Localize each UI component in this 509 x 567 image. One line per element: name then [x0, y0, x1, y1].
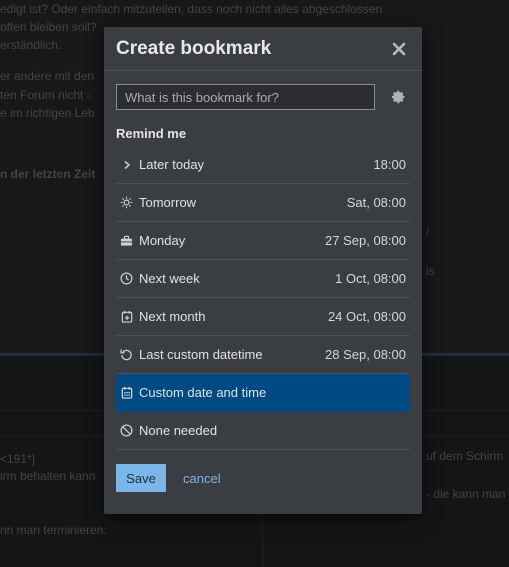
option-later-today[interactable]: Later today 18:00	[116, 146, 410, 184]
option-last-custom-datetime[interactable]: Last custom datetime 28 Sep, 08:00	[116, 336, 410, 374]
modal-title: Create bookmark	[116, 37, 272, 59]
option-label: Monday	[139, 233, 186, 248]
modal-footer: Save cancel	[116, 464, 410, 492]
option-custom-date-and-time[interactable]: Custom date and time	[116, 374, 410, 412]
modal-body: Remind me Later today 18:00 Tomorrow	[104, 71, 422, 492]
option-label: Tomorrow	[139, 195, 197, 210]
option-value: 28 Sep, 08:00	[325, 347, 406, 362]
option-next-week[interactable]: Next week 1 Oct, 08:00	[116, 260, 410, 298]
option-label: Next week	[139, 271, 200, 286]
calendar-icon	[120, 386, 133, 399]
option-value: 24 Oct, 08:00	[327, 309, 406, 324]
option-none-needed[interactable]: None needed	[116, 412, 410, 450]
cancel-link[interactable]: cancel	[183, 471, 221, 486]
undo-icon	[120, 348, 133, 361]
option-label: Custom date and time	[139, 385, 267, 400]
option-label: Later today	[139, 157, 205, 172]
option-value: 18:00	[373, 157, 406, 172]
modal-header: Create bookmark	[104, 27, 422, 71]
bookmark-name-input[interactable]	[116, 84, 375, 110]
option-value: 27 Sep, 08:00	[325, 233, 406, 248]
option-value: 1 Oct, 08:00	[335, 271, 406, 286]
calendar-plus-icon	[120, 310, 133, 323]
option-label: Last custom datetime	[139, 347, 263, 362]
create-bookmark-modal: Create bookmark Remind me Later today	[104, 27, 422, 514]
option-label: None needed	[139, 423, 218, 438]
option-tomorrow[interactable]: Tomorrow Sat, 08:00	[116, 184, 410, 222]
reminder-options-list: Later today 18:00 Tomorrow Sat, 08:00 Mo…	[116, 146, 410, 450]
bookmark-name-row	[116, 84, 410, 110]
option-monday[interactable]: Monday 27 Sep, 08:00	[116, 222, 410, 260]
close-icon[interactable]	[389, 39, 409, 59]
option-label: Next month	[139, 309, 206, 324]
sun-icon	[120, 196, 133, 209]
remind-me-label: Remind me	[116, 126, 187, 141]
option-next-month[interactable]: Next month 24 Oct, 08:00	[116, 298, 410, 336]
chevron-right-icon	[120, 158, 133, 171]
gear-icon[interactable]	[391, 89, 407, 105]
option-value: Sat, 08:00	[346, 195, 406, 210]
ban-icon	[120, 424, 133, 437]
clock-icon	[120, 272, 133, 285]
briefcase-icon	[120, 234, 133, 247]
save-button[interactable]: Save	[116, 464, 166, 492]
